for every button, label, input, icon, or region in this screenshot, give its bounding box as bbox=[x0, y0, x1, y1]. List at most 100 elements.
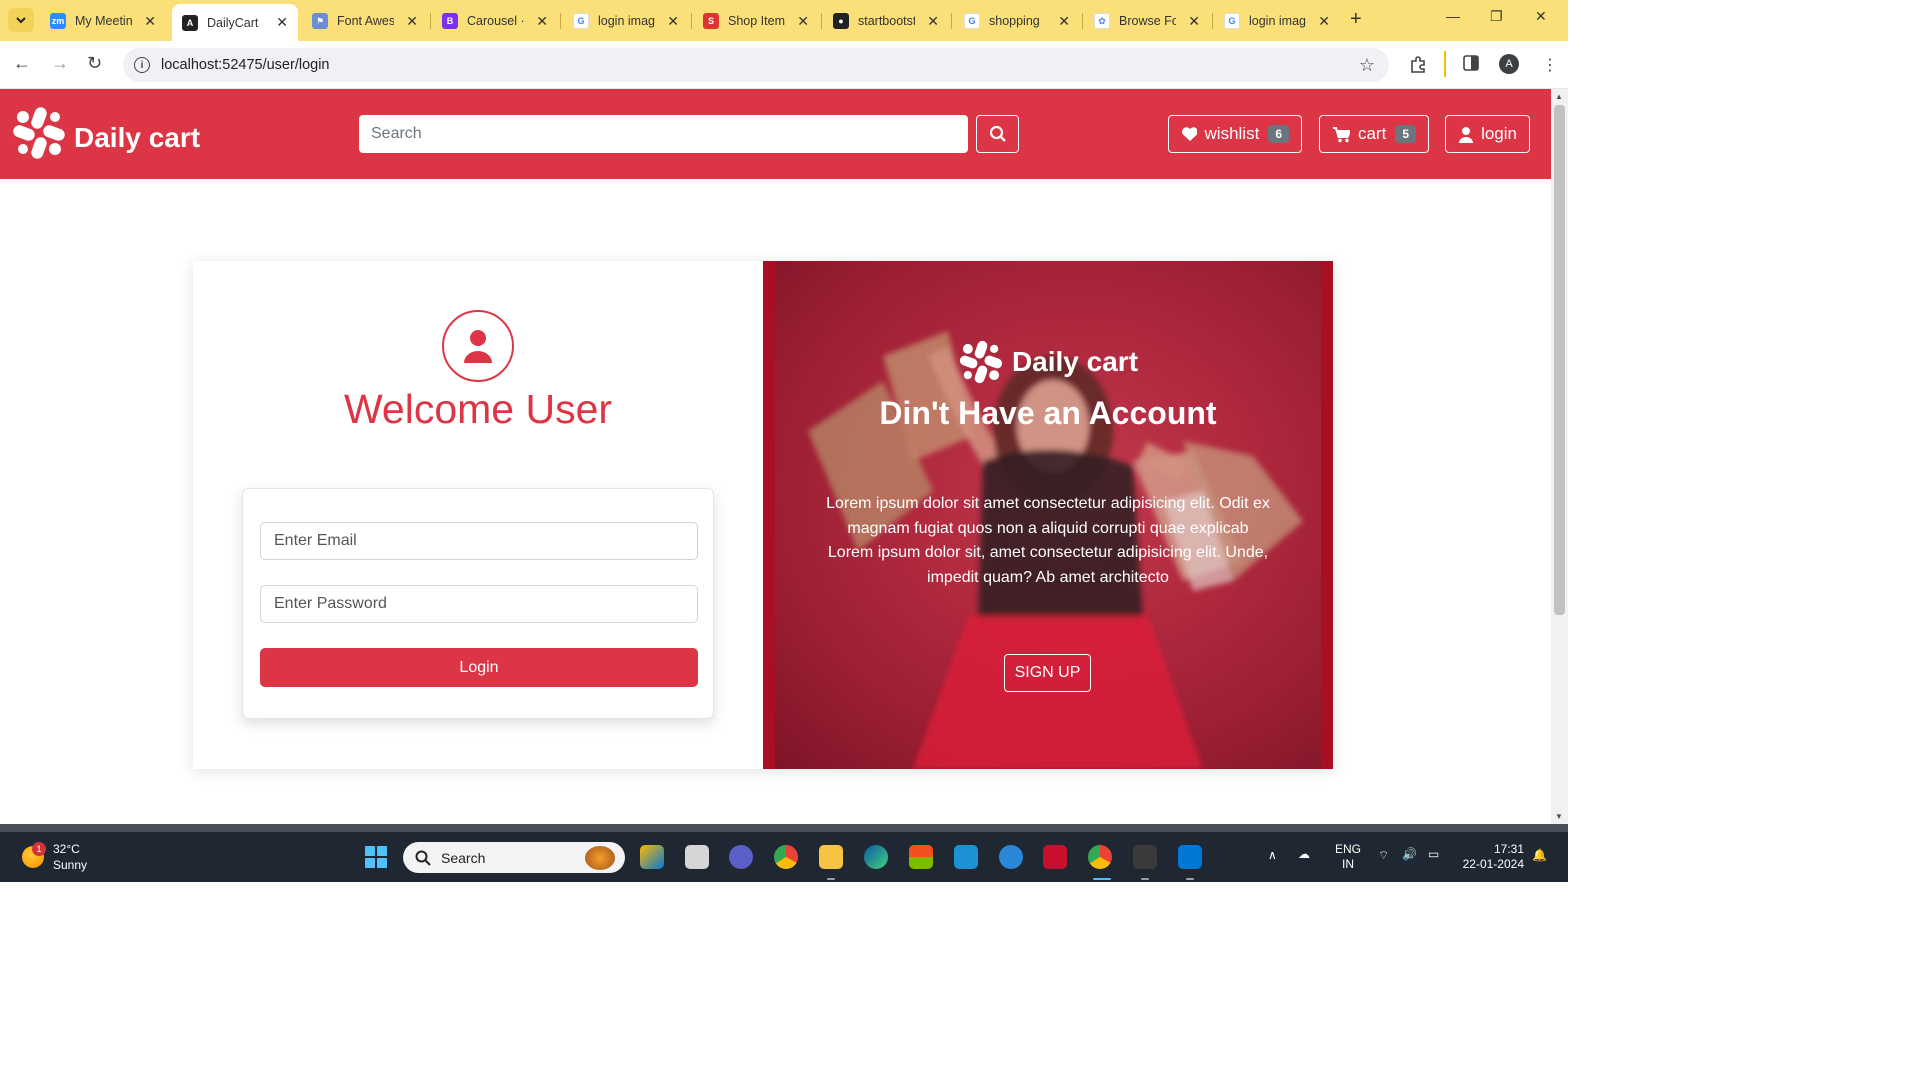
search-button[interactable] bbox=[976, 115, 1019, 153]
page-scrollbar[interactable]: ▲ ▼ bbox=[1551, 89, 1568, 824]
bookmark-star-icon[interactable]: ☆ bbox=[1359, 55, 1375, 76]
scroll-up-icon[interactable]: ▲ bbox=[1555, 92, 1563, 101]
browser-tab[interactable]: Glogin image ✕ bbox=[1214, 6, 1340, 36]
close-tab-icon[interactable]: ✕ bbox=[536, 13, 548, 30]
vscode-icon[interactable] bbox=[1178, 845, 1202, 869]
chrome-active-icon[interactable] bbox=[1088, 845, 1112, 869]
battery-icon[interactable]: ▭ bbox=[1428, 847, 1439, 862]
chrome-icon[interactable] bbox=[774, 845, 798, 869]
address-url[interactable]: localhost:52475/user/login bbox=[161, 57, 329, 73]
profile-avatar[interactable]: A bbox=[1499, 54, 1519, 74]
bootstrap-icon: B bbox=[442, 13, 458, 29]
pane-edge-left bbox=[763, 261, 775, 769]
side-panel-icon[interactable] bbox=[1463, 55, 1479, 76]
wishlist-count-badge: 6 bbox=[1268, 125, 1289, 143]
reload-icon[interactable]: ↻ bbox=[87, 53, 102, 74]
close-tab-icon[interactable]: ✕ bbox=[144, 13, 156, 30]
minimize-icon[interactable]: — bbox=[1446, 8, 1460, 24]
notification-bell-icon[interactable]: 🔔 bbox=[1532, 848, 1547, 863]
windows-taskbar: 1 32°C Sunny Search ∧ ☁ ENG IN ⌔ 🔊 ▭ 17:… bbox=[0, 832, 1568, 882]
restore-icon[interactable]: ❐ bbox=[1490, 8, 1503, 25]
browser-tab[interactable]: ✿ Browse Fonts ✕ bbox=[1084, 6, 1210, 36]
back-icon[interactable]: ← bbox=[13, 53, 31, 74]
get-help-icon[interactable] bbox=[999, 845, 1023, 869]
tab-title: My Meeting bbox=[75, 14, 133, 28]
login-form: Login bbox=[242, 488, 714, 719]
wifi-icon[interactable]: ⌔ bbox=[1378, 848, 1389, 863]
start-button[interactable] bbox=[365, 846, 387, 868]
tab-separator bbox=[1212, 13, 1213, 29]
tab-separator bbox=[951, 13, 952, 29]
cart-label: cart bbox=[1357, 124, 1387, 143]
brand-name: Daily cart bbox=[74, 122, 201, 153]
password-field[interactable] bbox=[260, 585, 698, 623]
login-button[interactable]: Login bbox=[260, 648, 698, 687]
login-nav-button[interactable]: login bbox=[1445, 115, 1530, 153]
browser-tab[interactable]: S Shop Item ✕ bbox=[693, 6, 819, 36]
extensions-icon[interactable] bbox=[1409, 55, 1427, 78]
browser-tab[interactable]: ● startbootstrap ✕ bbox=[823, 6, 949, 36]
clock-date: 22-01-2024 bbox=[1462, 857, 1524, 871]
weather-badge: 1 bbox=[32, 842, 46, 856]
tab-title: login image bbox=[1249, 14, 1306, 28]
browser-tab[interactable]: Glogin image ✕ bbox=[563, 6, 689, 36]
new-tab-button[interactable]: + bbox=[1350, 8, 1362, 31]
browser-tab[interactable]: A DailyCart ✕ bbox=[172, 4, 298, 41]
brand-link[interactable]: Daily cart bbox=[11, 105, 200, 161]
close-tab-icon[interactable]: ✕ bbox=[667, 13, 679, 30]
mysql-workbench-icon[interactable] bbox=[954, 845, 978, 869]
close-tab-icon[interactable]: ✕ bbox=[276, 14, 288, 31]
address-bar[interactable]: i localhost:52475/user/login ☆ bbox=[123, 48, 1389, 82]
close-tab-icon[interactable]: ✕ bbox=[1188, 13, 1200, 30]
close-tab-icon[interactable]: ✕ bbox=[797, 13, 809, 30]
copilot-icon[interactable] bbox=[640, 845, 664, 869]
edge-icon[interactable] bbox=[864, 845, 888, 869]
close-tab-icon[interactable]: ✕ bbox=[406, 13, 418, 30]
wishlist-label: wishlist bbox=[1204, 124, 1260, 143]
mcafee-icon[interactable] bbox=[1043, 845, 1067, 869]
weather-widget[interactable]: 1 32°C Sunny bbox=[22, 841, 87, 873]
cart-count-badge: 5 bbox=[1395, 125, 1416, 143]
email-field[interactable] bbox=[260, 522, 698, 560]
volume-icon[interactable]: 🔊 bbox=[1402, 847, 1417, 862]
browser-tab[interactable]: ⚑ Font Awesome ✕ bbox=[302, 6, 428, 36]
close-tab-icon[interactable]: ✕ bbox=[927, 13, 939, 30]
menu-kebab-icon[interactable]: ⋮ bbox=[1542, 55, 1558, 75]
language-indicator[interactable]: ENG IN bbox=[1335, 842, 1361, 872]
site-info-icon[interactable]: i bbox=[134, 57, 150, 73]
search-icon bbox=[989, 125, 1006, 142]
signup-button[interactable]: SIGN UP bbox=[1004, 654, 1091, 692]
close-tab-icon[interactable]: ✕ bbox=[1318, 13, 1330, 30]
browser-tab[interactable]: zm My Meeting ✕ bbox=[40, 6, 166, 36]
close-window-icon[interactable]: ✕ bbox=[1535, 8, 1547, 25]
shopping-cart-icon bbox=[1333, 126, 1350, 142]
google-icon: G bbox=[573, 13, 589, 29]
weather-condition: Sunny bbox=[53, 858, 88, 872]
close-tab-icon[interactable]: ✕ bbox=[1058, 13, 1070, 30]
cart-button[interactable]: cart 5 bbox=[1319, 115, 1429, 153]
promo-brand: Daily cart bbox=[763, 339, 1333, 385]
forward-icon[interactable]: → bbox=[51, 53, 69, 74]
tab-search-button[interactable] bbox=[8, 8, 34, 32]
google-icon: G bbox=[964, 13, 980, 29]
angular-icon: A bbox=[182, 14, 198, 31]
wishlist-button[interactable]: wishlist 6 bbox=[1168, 115, 1302, 153]
scrollbar-thumb[interactable] bbox=[1554, 105, 1565, 615]
microsoft-store-icon[interactable] bbox=[909, 845, 933, 869]
search-input[interactable] bbox=[359, 115, 968, 153]
page-viewport: Daily cart wishlist 6 cart 5 login Welco… bbox=[0, 89, 1551, 824]
github-icon: ● bbox=[833, 13, 849, 29]
scroll-down-icon[interactable]: ▼ bbox=[1555, 812, 1563, 821]
browser-tab[interactable]: Gshopping ✕ bbox=[954, 6, 1080, 36]
clock[interactable]: 17:31 22-01-2024 bbox=[1458, 842, 1524, 872]
zoom-icon: zm bbox=[50, 13, 66, 29]
tab-title: Font Awesome bbox=[337, 14, 395, 28]
file-explorer-icon[interactable] bbox=[819, 845, 843, 869]
onedrive-icon[interactable]: ☁ bbox=[1298, 847, 1310, 862]
terminal-icon[interactable] bbox=[1133, 845, 1157, 869]
chevron-up-icon[interactable]: ∧ bbox=[1268, 848, 1277, 863]
teams-chat-icon[interactable] bbox=[729, 845, 753, 869]
taskbar-search[interactable]: Search bbox=[403, 842, 625, 873]
browser-tab[interactable]: B Carousel · B ✕ bbox=[432, 6, 558, 36]
task-view-icon[interactable] bbox=[685, 845, 709, 869]
